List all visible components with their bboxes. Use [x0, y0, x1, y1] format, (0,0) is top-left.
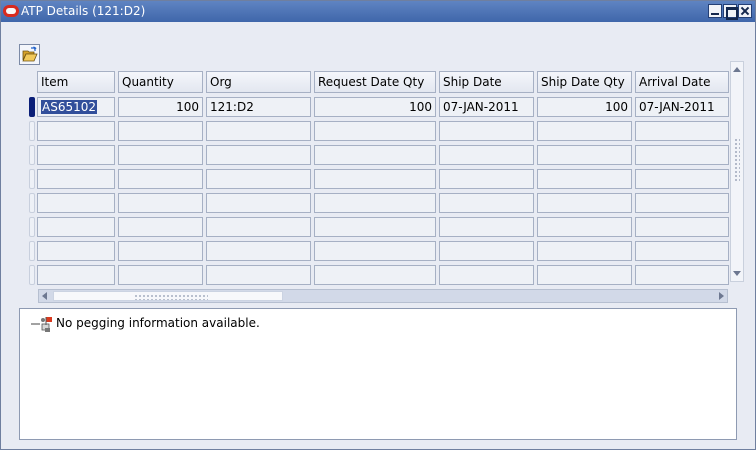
minimize-button[interactable] — [708, 4, 722, 18]
empty-cell[interactable] — [118, 193, 203, 213]
close-button[interactable] — [738, 4, 752, 18]
pegging-tree-panel: No pegging information available. — [19, 308, 737, 440]
scroll-right-arrow-icon[interactable] — [719, 292, 724, 300]
column-header-org[interactable]: Org — [206, 71, 311, 93]
oracle-app-icon — [3, 5, 19, 17]
empty-cell[interactable] — [439, 241, 534, 261]
empty-cell[interactable] — [635, 145, 729, 165]
maximize-button[interactable] — [723, 4, 738, 20]
empty-cell[interactable] — [314, 121, 436, 141]
empty-cell[interactable] — [635, 193, 729, 213]
empty-cell[interactable] — [314, 265, 436, 285]
row-indicator[interactable] — [29, 193, 35, 213]
empty-cell[interactable] — [537, 121, 632, 141]
window-title: ATP Details (121:D2) — [21, 4, 146, 18]
scroll-left-arrow-icon[interactable] — [42, 292, 47, 300]
title-bar[interactable]: ATP Details (121:D2) — [1, 1, 755, 22]
empty-cell[interactable] — [206, 121, 311, 141]
empty-cell[interactable] — [537, 145, 632, 165]
row-indicator[interactable] — [29, 241, 35, 261]
empty-cell[interactable] — [118, 241, 203, 261]
column-header-ship-date-qty[interactable]: Ship Date Qty — [537, 71, 632, 93]
empty-cell[interactable] — [206, 217, 311, 237]
empty-cell[interactable] — [537, 241, 632, 261]
empty-cell[interactable] — [37, 241, 115, 261]
empty-cell[interactable] — [118, 145, 203, 165]
empty-cell[interactable] — [439, 193, 534, 213]
row-indicator[interactable] — [29, 145, 35, 165]
horizontal-scroll-thumb[interactable] — [53, 291, 283, 301]
pegging-message: No pegging information available. — [56, 316, 260, 330]
scroll-grip[interactable] — [734, 138, 740, 182]
empty-cell[interactable] — [635, 241, 729, 261]
empty-cell[interactable] — [37, 145, 115, 165]
empty-cell[interactable] — [314, 145, 436, 165]
empty-cell[interactable] — [439, 121, 534, 141]
row-indicator-1[interactable] — [29, 97, 35, 117]
empty-cell[interactable] — [206, 241, 311, 261]
empty-cell[interactable] — [635, 121, 729, 141]
row-indicator[interactable] — [29, 169, 35, 189]
empty-cell[interactable] — [206, 265, 311, 285]
column-header-ship-date[interactable]: Ship Date — [439, 71, 534, 93]
column-header-quantity[interactable]: Quantity — [118, 71, 203, 93]
item-cell-text: AS65102 — [41, 100, 97, 114]
ship-date-cell[interactable]: 07-JAN-2011 — [439, 97, 534, 117]
empty-cell[interactable] — [37, 217, 115, 237]
row-indicator[interactable] — [29, 121, 35, 141]
empty-cell[interactable] — [537, 193, 632, 213]
horizontal-scrollbar[interactable] — [38, 289, 728, 303]
row-indicator[interactable] — [29, 217, 35, 237]
empty-cell[interactable] — [37, 169, 115, 189]
empty-cell[interactable] — [537, 169, 632, 189]
empty-cell[interactable] — [206, 193, 311, 213]
empty-cell[interactable] — [439, 265, 534, 285]
empty-cell[interactable] — [537, 265, 632, 285]
empty-cell[interactable] — [314, 217, 436, 237]
empty-cell[interactable] — [314, 169, 436, 189]
quantity-cell[interactable]: 100 — [118, 97, 203, 117]
scroll-down-arrow-icon[interactable] — [733, 271, 741, 276]
atp-details-window: ATP Details (121:D2) Item Quantity Org R… — [0, 0, 756, 450]
request-date-qty-cell[interactable]: 100 — [314, 97, 436, 117]
empty-cell[interactable] — [635, 217, 729, 237]
empty-cell[interactable] — [439, 145, 534, 165]
empty-cell[interactable] — [118, 169, 203, 189]
empty-cell[interactable] — [635, 265, 729, 285]
empty-cell[interactable] — [206, 169, 311, 189]
ship-date-qty-cell[interactable]: 100 — [537, 97, 632, 117]
column-header-arrival-date[interactable]: Arrival Date — [635, 71, 729, 93]
scroll-up-arrow-icon[interactable] — [733, 67, 741, 72]
empty-cell[interactable] — [635, 169, 729, 189]
empty-cell[interactable] — [439, 169, 534, 189]
column-header-request-date-qty[interactable]: Request Date Qty — [314, 71, 436, 93]
empty-cell[interactable] — [37, 121, 115, 141]
empty-cell[interactable] — [118, 265, 203, 285]
empty-cell[interactable] — [314, 193, 436, 213]
empty-cell[interactable] — [37, 265, 115, 285]
item-cell[interactable]: AS65102 — [37, 97, 115, 117]
empty-cell[interactable] — [314, 241, 436, 261]
empty-cell[interactable] — [537, 217, 632, 237]
org-cell[interactable]: 121:D2 — [206, 97, 311, 117]
open-folder-button[interactable] — [19, 44, 40, 65]
vertical-scrollbar[interactable] — [730, 61, 744, 282]
empty-cell[interactable] — [118, 121, 203, 141]
pegging-tree-icon — [31, 317, 52, 332]
column-header-item[interactable]: Item — [37, 71, 115, 93]
folder-open-icon — [22, 46, 38, 62]
empty-cell[interactable] — [206, 145, 311, 165]
empty-cell[interactable] — [118, 217, 203, 237]
atp-grid: Item Quantity Org Request Date Qty Ship … — [27, 69, 743, 305]
empty-cell[interactable] — [37, 193, 115, 213]
empty-cell[interactable] — [439, 217, 534, 237]
arrival-date-cell[interactable]: 07-JAN-2011 — [635, 97, 729, 117]
row-indicator[interactable] — [29, 265, 35, 285]
